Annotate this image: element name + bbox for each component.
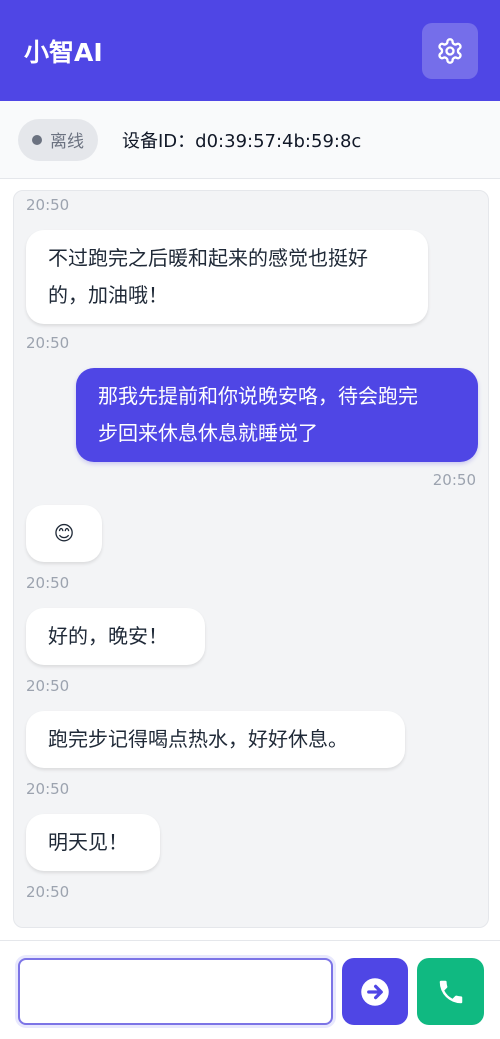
assistant-message: 跑完步记得喝点热水，好好休息。 bbox=[26, 711, 405, 768]
app-title: 小智AI bbox=[24, 37, 103, 67]
assistant-message: 好的，晚安！ bbox=[26, 608, 205, 665]
message-timestamp: 20:50 bbox=[26, 574, 70, 592]
assistant-message: 😊 bbox=[26, 505, 102, 562]
phone-icon bbox=[439, 980, 462, 1003]
input-bar bbox=[0, 940, 500, 1039]
message-text: 明天见！ bbox=[48, 830, 128, 854]
message-timestamp: 20:50 bbox=[26, 196, 70, 214]
smile-emoji: 😊 bbox=[53, 521, 75, 545]
send-button[interactable] bbox=[342, 958, 408, 1025]
assistant-message: 不过跑完之后暖和起来的感觉也挺好 的，加油哦！ bbox=[26, 230, 428, 324]
chat-messages[interactable]: 20:50 不过跑完之后暖和起来的感觉也挺好 的，加油哦！ 20:50 那我先提… bbox=[13, 190, 489, 928]
connection-status-badge: 离线 bbox=[18, 118, 98, 161]
arrow-right-circle-icon bbox=[361, 977, 389, 1006]
device-id: 设备ID：d0:39:57:4b:59:8c bbox=[122, 130, 362, 152]
message-text-line: 不过跑完之后暖和起来的感觉也挺好 bbox=[48, 246, 368, 270]
call-button[interactable] bbox=[417, 958, 484, 1025]
message-text-line: 的，加油哦！ bbox=[48, 283, 168, 307]
status-dot-icon bbox=[32, 134, 42, 145]
gear-icon bbox=[438, 37, 462, 64]
app-header: 小智AI bbox=[0, 0, 500, 101]
message-text-line: 那我先提前和你说晚安咯，待会跑完 bbox=[98, 384, 418, 408]
chat-app: 小智AI 离线 设备ID：d0:39:57:4b:59:8c 20:50 不过跑… bbox=[0, 0, 500, 1039]
user-message: 那我先提前和你说晚安咯，待会跑完 步回来休息休息就睡觉了 bbox=[76, 368, 478, 462]
message-text: 跑完步记得喝点热水，好好休息。 bbox=[48, 727, 348, 751]
status-bar: 离线 设备ID：d0:39:57:4b:59:8c bbox=[0, 101, 500, 179]
message-text-line: 步回来休息休息就睡觉了 bbox=[98, 421, 318, 445]
message-timestamp: 20:50 bbox=[432, 471, 476, 489]
message-text: 好的，晚安！ bbox=[48, 624, 168, 648]
message-timestamp: 20:50 bbox=[26, 334, 70, 352]
settings-button[interactable] bbox=[422, 22, 478, 79]
message-timestamp: 20:50 bbox=[26, 780, 70, 798]
message-input[interactable] bbox=[18, 958, 333, 1025]
assistant-message: 明天见！ bbox=[26, 814, 160, 871]
message-timestamp: 20:50 bbox=[26, 883, 70, 901]
connection-status-label: 离线 bbox=[50, 132, 84, 152]
message-timestamp: 20:50 bbox=[26, 677, 70, 695]
